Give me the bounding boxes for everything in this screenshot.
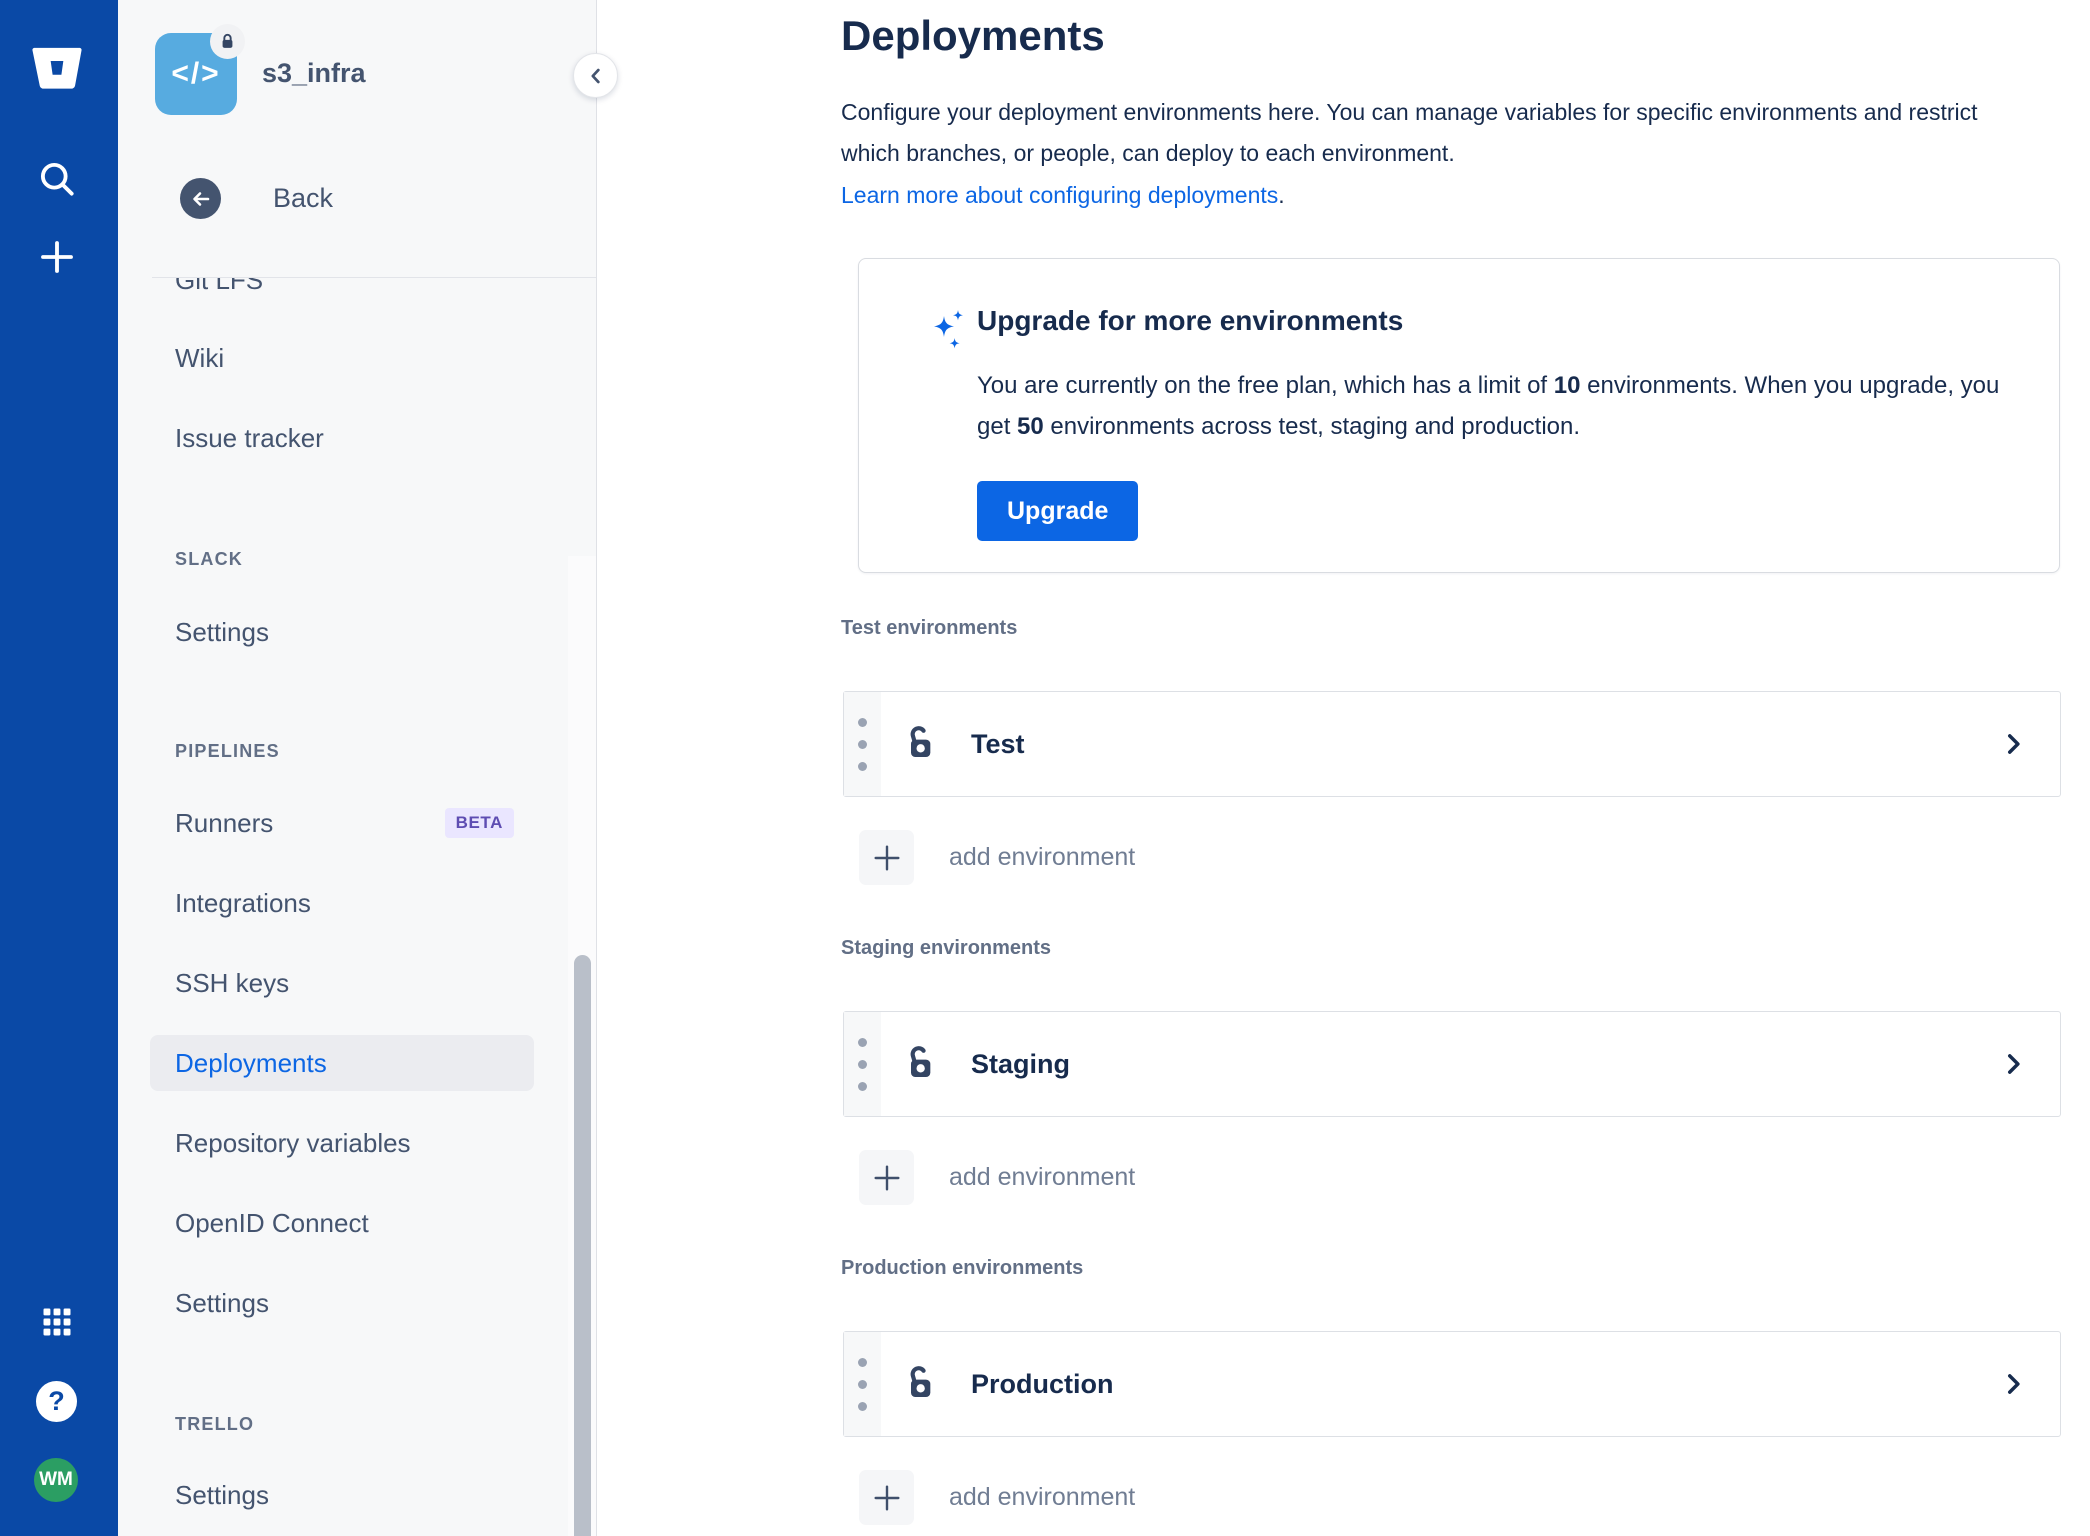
sidebar-item-wiki[interactable]: Wiki — [150, 330, 534, 386]
sidebar-item-trello-settings[interactable]: Settings — [150, 1467, 534, 1523]
upgrade-button[interactable]: Upgrade — [977, 481, 1139, 541]
add-environment-label: add environment — [949, 1163, 1136, 1191]
repo-avatar[interactable]: </> — [155, 24, 245, 115]
back-arrow-icon — [180, 178, 221, 219]
sidebar-item-integrations[interactable]: Integrations — [150, 875, 534, 931]
unlocked-padlock-icon — [899, 722, 939, 767]
sidebar-item-openid-connect[interactable]: OpenID Connect — [150, 1195, 534, 1251]
app-switcher-grid-icon[interactable] — [38, 1303, 76, 1341]
sidebar-section-trello: TRELLO — [175, 1413, 255, 1434]
sidebar-section-slack: SLACK — [175, 548, 243, 569]
back-label: Back — [273, 183, 334, 213]
sidebar-scrollbar-thumb[interactable] — [574, 955, 591, 1536]
add-environment-production-button[interactable]: add environment — [859, 1470, 1135, 1525]
production-environments-label: Production environments — [841, 1257, 1084, 1279]
chevron-left-icon — [590, 68, 600, 83]
plus-icon — [859, 830, 914, 885]
code-brackets-icon: </> — [171, 57, 221, 90]
drag-handle-icon[interactable] — [844, 1012, 881, 1116]
sidebar-item-repository-variables[interactable]: Repository variables — [150, 1115, 534, 1171]
page-title: Deployments — [841, 12, 1105, 59]
environment-row-staging[interactable]: Staging — [843, 1011, 2061, 1117]
upgrade-card: Upgrade for more environments You are cu… — [858, 258, 2060, 573]
staging-environments-label: Staging environments — [841, 937, 1052, 959]
sidebar-item-pipelines-settings[interactable]: Settings — [150, 1275, 534, 1331]
unlocked-padlock-icon — [899, 1042, 939, 1087]
add-environment-label: add environment — [949, 1483, 1136, 1511]
environment-row-production[interactable]: Production — [843, 1331, 2061, 1437]
upgrade-heading: Upgrade for more environments — [977, 305, 1404, 336]
plus-icon — [859, 1150, 914, 1205]
back-button[interactable]: Back — [180, 178, 333, 219]
learn-more-row: Learn more about configuring deployments… — [841, 182, 1285, 209]
chevron-right-icon — [2000, 1051, 2026, 1077]
page-description: Configure your deployment environments h… — [841, 99, 1978, 166]
question-mark-glyph: ? — [36, 1381, 77, 1422]
chevron-right-icon — [2000, 1371, 2026, 1397]
drag-handle-icon[interactable] — [844, 1332, 881, 1436]
sidebar-item-deployments[interactable]: Deployments — [150, 1035, 534, 1091]
sidebar-section-pipelines: PIPELINES — [175, 740, 280, 761]
create-plus-icon[interactable] — [33, 233, 81, 281]
env-upgrade-value: 50 — [1017, 413, 1044, 440]
beta-badge: BETA — [444, 808, 514, 838]
link-suffix: . — [1278, 182, 1285, 208]
sidebar-item-ssh-keys[interactable]: SSH keys — [150, 955, 534, 1011]
unlocked-padlock-icon — [899, 1362, 939, 1407]
sidebar-item-git-lfs[interactable]: Git LFS — [150, 278, 534, 308]
add-environment-test-button[interactable]: add environment — [859, 830, 1135, 885]
test-environments-label: Test environments — [841, 617, 1018, 639]
upgrade-body: You are currently on the free plan, whic… — [977, 372, 2000, 440]
app-bar: ? WM — [0, 0, 118, 1536]
drag-handle-icon[interactable] — [844, 692, 881, 796]
learn-more-link[interactable]: Learn more about configuring deployments — [841, 182, 1278, 208]
sparkle-icon — [925, 307, 973, 360]
chevron-right-icon — [2000, 731, 2026, 757]
environment-name: Test — [971, 728, 1025, 759]
avatar-initials: WM — [34, 1458, 78, 1502]
env-limit-value: 10 — [1553, 372, 1581, 399]
sidebar-item-runners[interactable]: Runners BETA — [150, 795, 534, 851]
environment-name: Staging — [971, 1048, 1070, 1079]
help-icon[interactable]: ? — [36, 1381, 77, 1422]
sidebar-item-issue-tracker[interactable]: Issue tracker — [150, 410, 534, 466]
sidebar-menu: Git LFS Wiki Issue tracker SLACK Setting… — [118, 278, 596, 1536]
sidebar-collapse-button[interactable] — [573, 53, 618, 98]
main-content: Deployments Configure your deployment en… — [598, 0, 2090, 1536]
environment-name: Production — [971, 1368, 1114, 1399]
bitbucket-logo-icon[interactable] — [25, 36, 89, 100]
add-environment-staging-button[interactable]: add environment — [859, 1150, 1135, 1205]
plus-icon — [859, 1470, 914, 1525]
add-environment-label: add environment — [949, 843, 1136, 871]
repo-title: s3_infra — [262, 58, 366, 88]
settings-sidebar: </> s3_infra Back Git LFS Wiki Issue tra… — [118, 0, 597, 1536]
environment-row-test[interactable]: Test — [843, 691, 2061, 797]
private-repo-lock-badge — [210, 24, 245, 59]
search-icon[interactable] — [33, 155, 81, 203]
sidebar-item-slack-settings[interactable]: Settings — [150, 604, 534, 660]
user-avatar[interactable]: WM — [34, 1458, 78, 1502]
